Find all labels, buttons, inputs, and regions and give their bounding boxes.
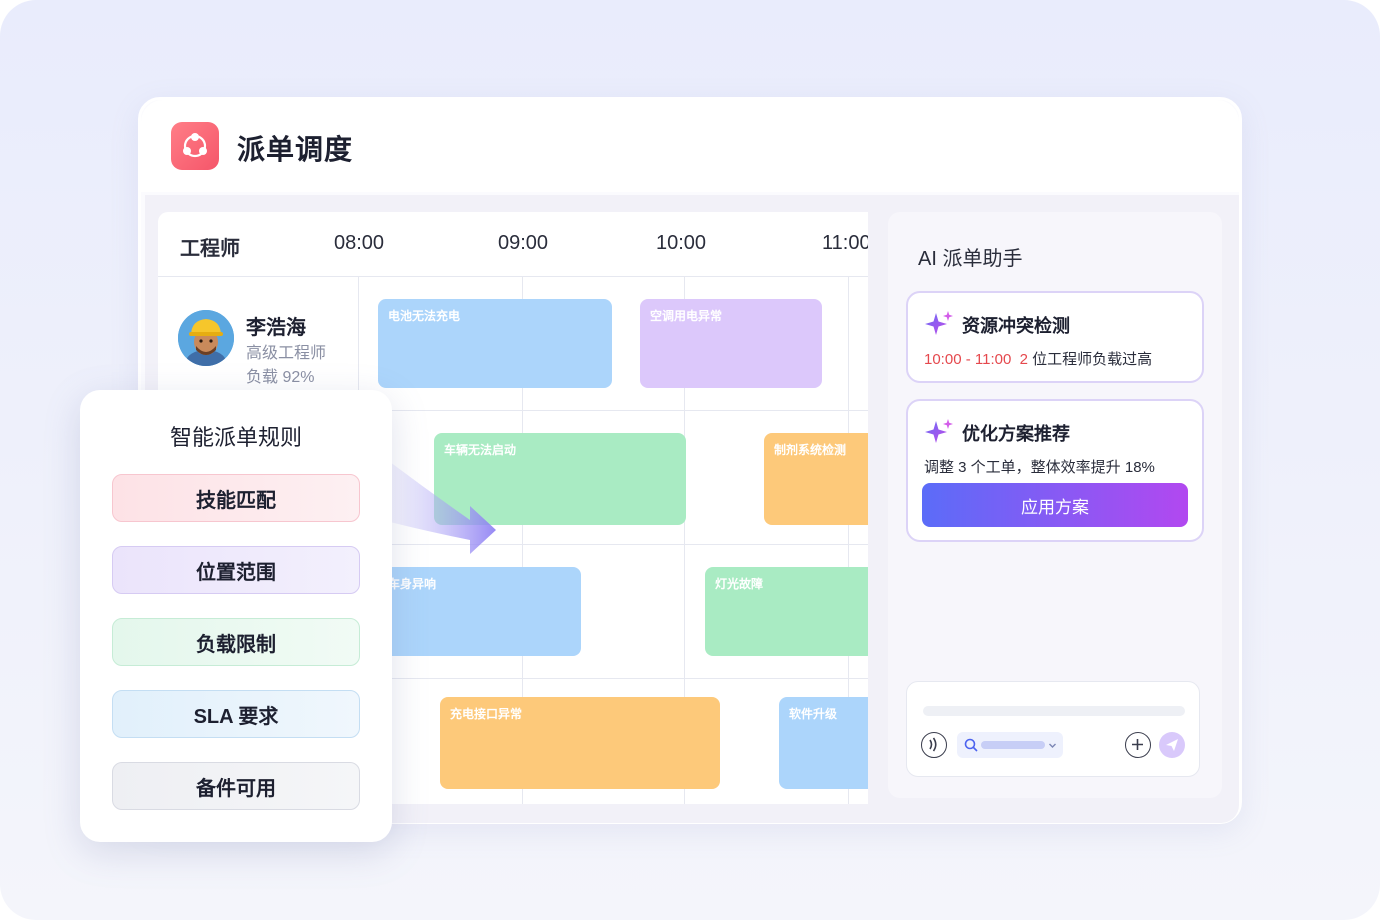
engineer-role: 高级工程师 bbox=[246, 345, 327, 362]
rule-location-range[interactable]: 位置范围 bbox=[112, 546, 360, 594]
model-select-value bbox=[981, 741, 1045, 749]
conflict-title: 资源冲突检测 bbox=[962, 316, 1070, 336]
avatar bbox=[178, 310, 234, 366]
rule-parts-available[interactable]: 备件可用 bbox=[112, 762, 360, 810]
task-card[interactable]: 软件升级 bbox=[779, 697, 868, 789]
dispatch-rules-card: 智能派单规则 技能匹配 位置范围 负载限制 SLA 要求 备件可用 bbox=[80, 390, 392, 842]
chevron-down-icon bbox=[1049, 743, 1056, 748]
model-select[interactable] bbox=[957, 732, 1063, 758]
plus-icon[interactable] bbox=[1125, 732, 1151, 758]
optimize-detail: 调整 3 个工单，整体效率提升 18% bbox=[924, 459, 1155, 476]
window-header: 派单调度 bbox=[141, 100, 1239, 192]
rules-title: 智能派单规则 bbox=[169, 425, 302, 450]
conflict-card[interactable]: 资源冲突检测 10:00 - 11:00 2 位工程师负载过高 bbox=[906, 291, 1204, 383]
apply-plan-button[interactable]: 应用方案 bbox=[922, 483, 1188, 527]
optimize-title: 优化方案推荐 bbox=[962, 424, 1070, 444]
app-logo-icon bbox=[171, 122, 219, 170]
rule-skill-match[interactable]: 技能匹配 bbox=[112, 474, 360, 522]
engineer-load: 负载 92% bbox=[246, 369, 315, 386]
time-label-0800: 08:00 bbox=[334, 232, 385, 254]
chat-input-field[interactable] bbox=[923, 706, 1185, 716]
schedule-header: 工程师 08:00 09:00 10:00 11:00 bbox=[158, 212, 868, 277]
app-title: 派单调度 bbox=[237, 134, 354, 165]
search-icon bbox=[964, 738, 978, 752]
task-card[interactable]: 充电接口异常 bbox=[440, 697, 720, 789]
conflict-time: 10:00 - 11:00 bbox=[924, 351, 1012, 368]
engineer-name: 李浩海 bbox=[246, 317, 306, 339]
ai-panel-title: AI 派单助手 bbox=[918, 248, 1023, 270]
ai-assistant-panel: AI 派单助手 资源冲突检测 10:00 - 11:00 2 位工程师负载过高 … bbox=[888, 212, 1222, 798]
rule-load-limit[interactable]: 负载限制 bbox=[112, 618, 360, 666]
voice-icon[interactable] bbox=[921, 732, 947, 758]
time-label-1000: 10:00 bbox=[656, 232, 707, 254]
task-card[interactable]: 灯光故障 bbox=[705, 567, 868, 656]
chat-input-box[interactable] bbox=[906, 681, 1200, 777]
send-icon[interactable] bbox=[1159, 732, 1185, 758]
time-label-1100: 11:00 bbox=[822, 232, 868, 254]
arrow-right-icon bbox=[390, 462, 496, 554]
sparkle-icon bbox=[925, 419, 953, 443]
column-engineer-label: 工程师 bbox=[180, 238, 240, 260]
task-card[interactable]: 制剂系统检测 bbox=[764, 433, 868, 525]
optimize-card: 优化方案推荐 调整 3 个工单，整体效率提升 18% 应用方案 bbox=[906, 399, 1204, 542]
sparkle-icon bbox=[925, 311, 953, 335]
task-card[interactable]: 车身异响 bbox=[378, 567, 581, 656]
task-card[interactable]: 电池无法充电 bbox=[378, 299, 612, 388]
task-card[interactable]: 空调用电异常 bbox=[640, 299, 822, 388]
conflict-detail: 10:00 - 11:00 2 位工程师负载过高 bbox=[924, 351, 1153, 368]
time-label-0900: 09:00 bbox=[498, 232, 549, 254]
conflict-detail-text: 位工程师负载过高 bbox=[1032, 351, 1153, 368]
rule-sla-requirement[interactable]: SLA 要求 bbox=[112, 690, 360, 738]
